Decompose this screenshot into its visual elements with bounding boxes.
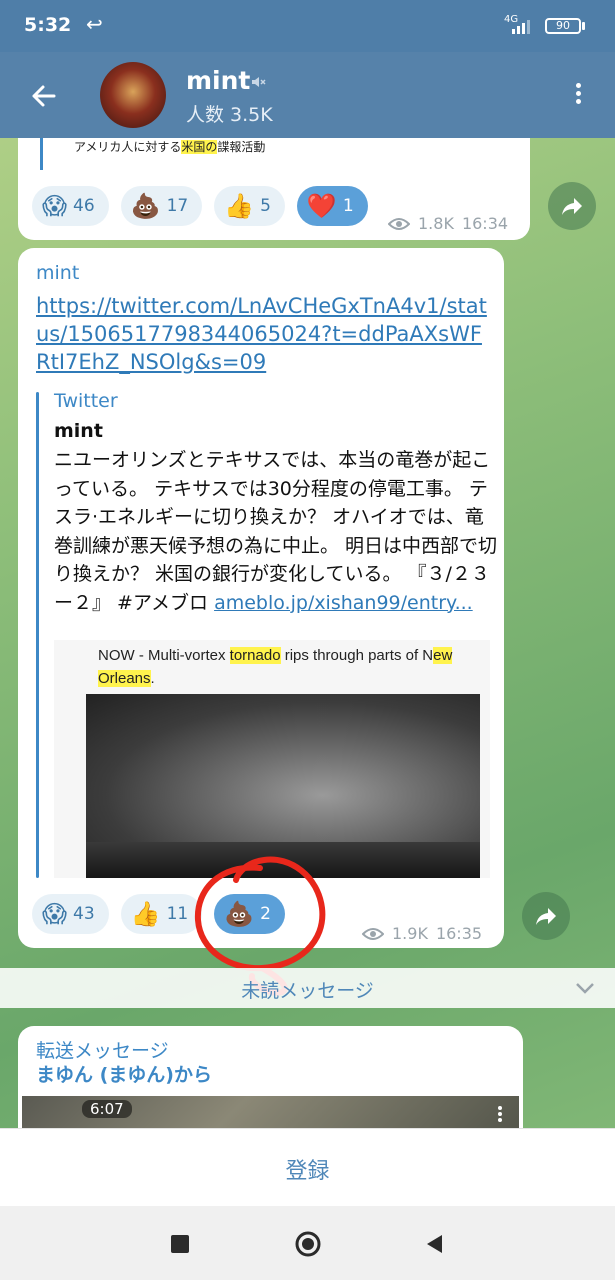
views-count: 1.9K [392,924,428,943]
recents-button[interactable] [171,1235,189,1253]
join-button[interactable]: 登録 [0,1153,615,1185]
home-button[interactable] [294,1230,322,1258]
navigation-bar [0,1206,615,1280]
video-thumbnail[interactable]: 6:07 [22,1096,519,1128]
message-meta: 1.9K 16:35 [362,924,482,943]
battery-tip [582,22,585,30]
forwarded-from[interactable]: まゆん (まゆん)から [36,1060,212,1087]
reaction-scream[interactable]: 😱 46 [32,186,109,226]
message-link[interactable]: https://twitter.com/LnAvCHeGxTnA4v1/stat… [36,292,496,376]
reactions-row: 😱 46 💩 17 👍 5 ❤️ 1 [32,186,368,226]
channel-avatar[interactable] [100,62,166,128]
back-button[interactable] [424,1233,444,1255]
preview-title: mint [54,420,103,442]
share-button[interactable] [522,892,570,940]
preview-image-caption: NOW - Multi-vortex tornado rips through … [98,647,453,687]
mute-icon [252,77,266,87]
message-time: 16:34 [461,214,509,233]
views-icon [362,927,384,940]
chat-header: mint 人数 3.5K [0,52,615,138]
reactions-row: 😱 43 👍 11 💩 2 [32,894,285,934]
member-count: 人数 3.5K [186,104,273,126]
image-caption: アメリカ人に対する米国の諜報活動 [74,140,266,154]
chevron-down-icon[interactable] [574,980,596,996]
back-arrow-icon[interactable] [26,78,62,114]
preview-site-name: Twitter [54,390,118,412]
message-bubble[interactable]: mint https://twitter.com/LnAvCHeGxTnA4v1… [18,248,504,948]
views-icon [388,217,410,230]
video-duration: 6:07 [82,1100,132,1118]
chat-title[interactable]: mint [186,66,250,95]
tornado-photo [86,694,480,878]
video-more-icon[interactable] [498,1104,504,1124]
sender-name[interactable]: mint [36,262,79,284]
unread-label: 未読メッセージ [241,980,374,1002]
reaction-thumbs-up[interactable]: 👍 11 [120,894,203,934]
reaction-poop[interactable]: 💩 17 [120,186,203,226]
views-count: 1.8K [418,214,454,233]
link-preview-strip [36,392,39,878]
share-button[interactable] [548,182,596,230]
reply-arrow-icon: ↩ [86,12,103,36]
preview-description-link[interactable]: ameblo.jp/xishan99/entry... [214,592,473,614]
message-list[interactable]: アメリカ人に対する米国の諜報活動 😱 46 💩 17 👍 5 ❤️ 1 1.8K 16:… [0,138,615,1128]
status-time: 5:32 [24,14,72,36]
message-meta: 1.8K 16:34 [388,214,508,233]
signal-icon [512,20,530,34]
reaction-scream[interactable]: 😱 43 [32,894,109,934]
battery-icon: 90 [545,18,581,34]
message-bubble[interactable]: 転送メッセージ まゆん (まゆん)から 6:07 [18,1026,523,1128]
share-arrow-icon [562,198,582,215]
reaction-heart[interactable]: ❤️ 1 [296,186,368,226]
preview-description: ニユーオリンズとテキサスでは、本当の竜巻が起こっている。 テキサスでは30分程度… [54,449,498,614]
preview-image[interactable]: NOW - Multi-vortex tornado rips through … [54,640,490,878]
message-time: 16:35 [435,924,483,943]
share-arrow-icon [536,908,556,925]
reaction-thumbs-up[interactable]: 👍 5 [214,186,285,226]
quote-strip [40,138,43,170]
reaction-poop[interactable]: 💩 2 [214,894,285,934]
unread-divider: 未読メッセージ [0,968,615,1008]
join-bar: 登録 [0,1128,615,1207]
more-options-icon[interactable] [568,80,588,110]
status-bar: 5:32 ↩ 4G 90 [0,0,615,52]
forwarded-label: 転送メッセージ [36,1040,169,1062]
